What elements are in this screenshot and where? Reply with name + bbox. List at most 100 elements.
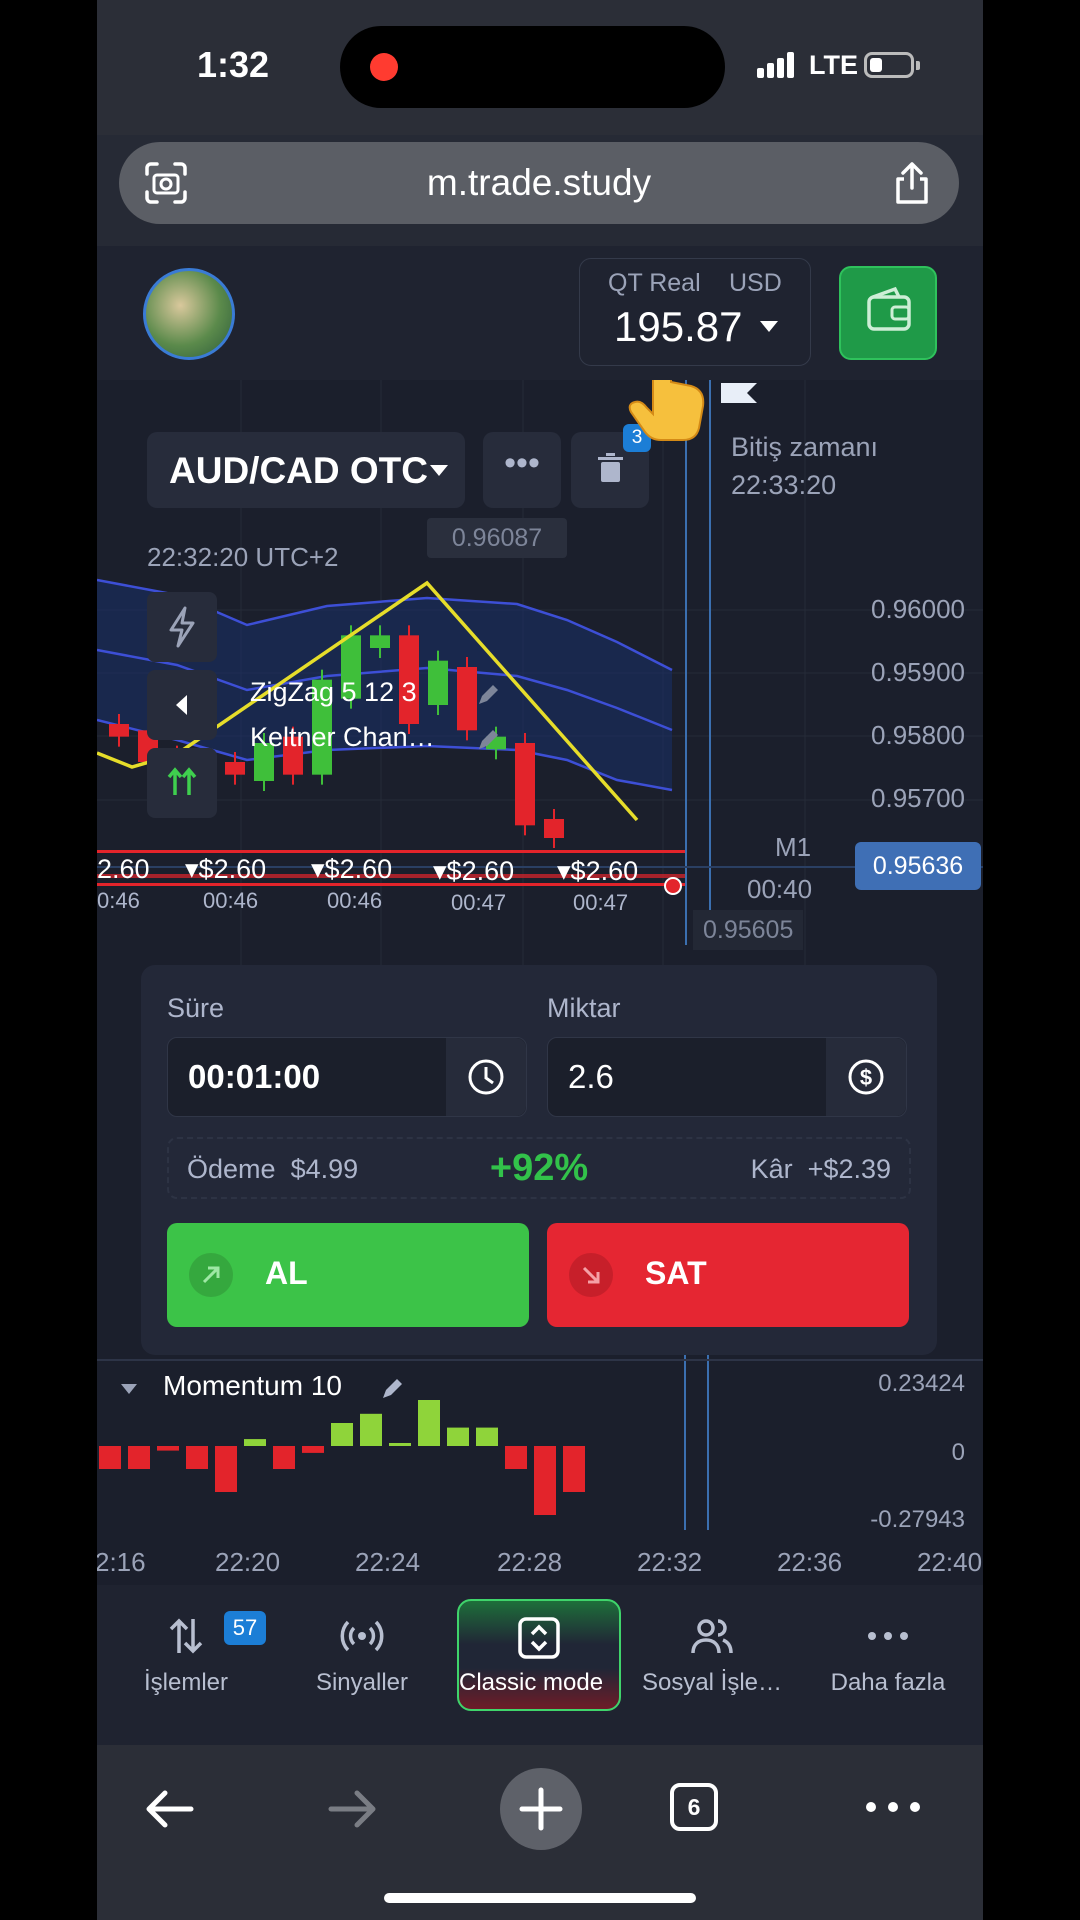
candle [225,762,245,775]
nav-item-trades[interactable]: 57 İşlemler [101,1585,271,1745]
indicator-label-keltner[interactable]: Keltner Chan… [250,722,435,753]
nav-label: Sosyal İşle… [641,1669,783,1696]
avatar[interactable] [143,268,235,360]
low-price-label: 0.95605 [693,910,804,950]
price-chart[interactable]: AUD/CAD OTC ••• 3 0.96087 22:32:20 UTC+2… [97,380,983,1585]
tabs-button[interactable]: 6 [670,1783,718,1831]
nav-item-more[interactable]: Daha fazla [803,1585,973,1745]
timeframe-label[interactable]: M1 [775,832,811,863]
candle-countdown: 00:40 [747,874,813,904]
trade-panel: Süre Miktar 00:01:00 2.6 $ Ödeme $4.99 +… [141,965,937,1355]
trade-label[interactable]: ▾$2.60 [185,854,266,885]
momentum-y-tick: -0.27943 [870,1506,965,1533]
trades-arrows-icon [169,1618,203,1654]
momentum-bar [389,1443,411,1446]
phone-screen: 1:32 LTE m.trade.study QT Real USD 195.8… [97,0,983,1920]
asset-selector[interactable]: AUD/CAD OTC [147,432,465,508]
expiry-label: Bitiş zamanı [731,432,879,462]
candle [544,819,564,838]
nav-item-signals[interactable]: Sinyaller [277,1585,447,1745]
amount-field[interactable]: 2.6 $ [547,1037,907,1117]
nav-label: Sinyaller [315,1669,409,1696]
browser-toolbar: 6 [97,1745,983,1920]
nav-label: Daha fazla [830,1669,946,1696]
account-currency: USD [729,269,782,297]
currency-button[interactable]: $ [826,1038,906,1116]
address-bar[interactable]: m.trade.study [119,142,959,224]
pencil-icon[interactable] [379,1376,405,1402]
duration-field[interactable]: 00:01:00 [167,1037,527,1117]
app-header: QT Real USD 195.87 [97,246,983,380]
momentum-y-tick: 0 [951,1439,965,1466]
candle [370,635,390,648]
x-tick: 22:28 [497,1547,563,1577]
momentum-bar [99,1446,121,1469]
expiry-time: 22:33:20 [731,470,837,500]
momentum-bar [563,1446,585,1492]
trade-label[interactable]: ▾$2.60 [557,856,638,887]
candle [457,667,477,731]
asset-name: AUD/CAD OTC [169,450,428,491]
balance-selector[interactable]: QT Real USD 195.87 [579,258,811,366]
chart-options-button[interactable]: ••• [483,432,561,508]
momentum-bar [331,1423,353,1446]
duration-picker-button[interactable] [446,1038,526,1116]
nav-item-classic-mode[interactable]: Classic mode [457,1599,621,1711]
trade-label[interactable]: ▾$2.60 [311,854,392,885]
chevron-down-icon[interactable] [119,1382,139,1396]
trade-label[interactable]: ▾$2.60 [433,856,514,887]
arrow-down-right-icon [569,1253,613,1297]
amount-label: Miktar [547,993,621,1023]
arrow-up-right-icon [189,1253,233,1297]
back-arrow-icon[interactable] [139,1779,199,1839]
dynamic-island [340,26,725,108]
nav-item-social-trading[interactable]: Sosyal İşle… [627,1585,797,1745]
pencil-icon[interactable] [475,727,501,753]
sell-label: SAT [645,1255,707,1291]
x-tick: 22:36 [777,1547,843,1577]
x-tick: 22:40 [917,1547,983,1577]
sell-button[interactable]: SAT [547,1223,909,1327]
trade-label[interactable]: 2.60 [97,854,150,885]
battery-icon [864,52,920,78]
plus-icon [519,1787,563,1831]
amount-value[interactable]: 2.6 [568,1058,614,1096]
trade-time: 00:47 [451,890,507,915]
signals-toggle-button[interactable] [147,748,217,818]
buy-button[interactable]: AL [167,1223,529,1327]
momentum-bar [476,1427,498,1446]
y-tick: 0.96000 [871,594,965,624]
momentum-bar [128,1446,150,1469]
collapse-indicators-button[interactable] [147,670,217,740]
more-dots-icon[interactable] [863,1797,923,1817]
y-tick: 0.95800 [871,720,965,750]
status-time: 1:32 [197,44,270,85]
momentum-bar [273,1446,295,1469]
wallet-button[interactable] [839,266,937,360]
momentum-bar [447,1427,469,1446]
share-icon[interactable] [889,160,935,206]
signal-broadcast-icon [340,1620,384,1652]
pencil-icon[interactable] [475,682,501,708]
new-tab-button[interactable] [500,1768,582,1850]
app-bottom-nav: 57 İşlemler Sinyaller Classic mode Sosya… [97,1585,983,1745]
candle [109,724,129,737]
momentum-label[interactable]: Momentum 10 [163,1370,342,1402]
trade-time: 0:46 [97,888,140,913]
x-tick: 22:32 [637,1547,703,1577]
momentum-bar [186,1446,208,1469]
momentum-bar [418,1400,440,1446]
duration-value[interactable]: 00:01:00 [188,1058,320,1096]
momentum-bar [534,1446,556,1515]
trade-time: 00:47 [573,890,629,915]
y-tick: 0.95700 [871,783,965,813]
forward-arrow-icon[interactable] [323,1779,383,1839]
url-text[interactable]: m.trade.study [119,162,959,204]
balance-value: 195.87 [614,303,743,350]
quick-trade-button[interactable] [147,592,217,662]
dollar-circle-icon: $ [848,1059,884,1095]
expiry-info: Bitiş zamanı 22:33:20 [731,428,878,504]
indicator-label-zigzag[interactable]: ZigZag 5 12 3 [250,677,417,708]
momentum-bar [244,1439,266,1446]
x-tick: 22:24 [355,1547,421,1577]
